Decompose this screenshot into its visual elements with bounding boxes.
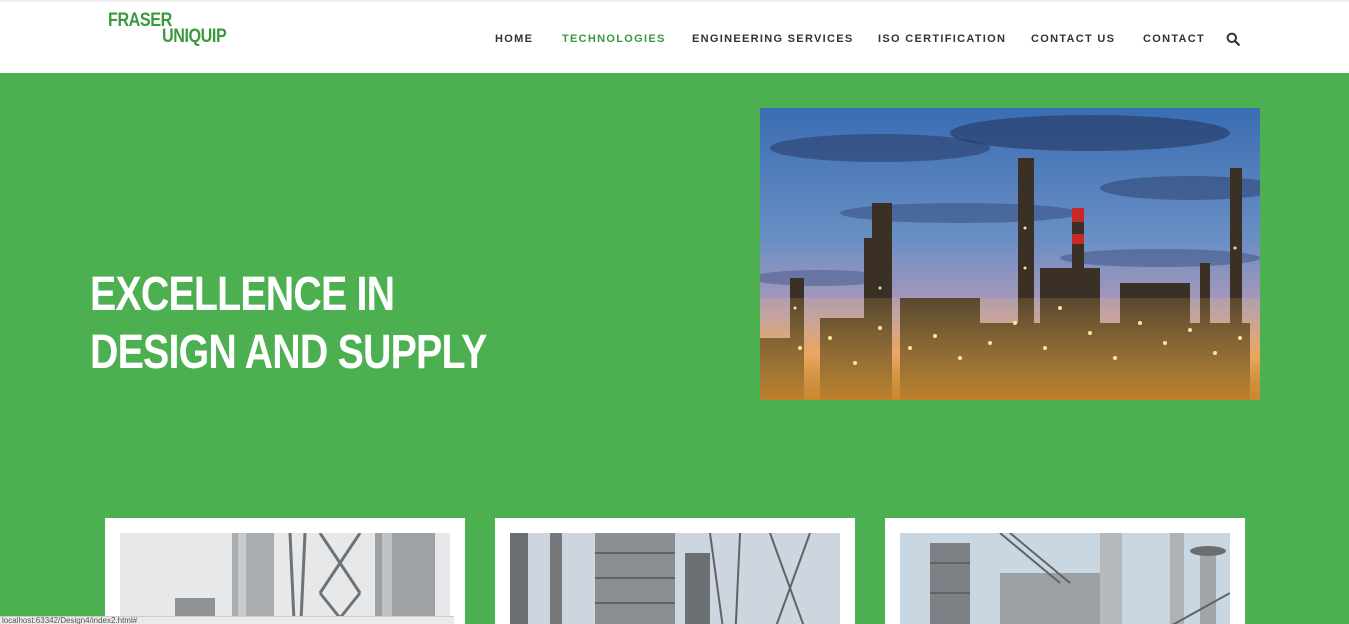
card-2[interactable] xyxy=(495,518,855,624)
card-2-image xyxy=(510,533,840,624)
nav-home[interactable]: HOME xyxy=(495,33,533,45)
hero-refinery-image xyxy=(760,108,1260,400)
nav-engineering-services[interactable]: ENGINEERING SERVICES xyxy=(692,33,854,45)
card-1-image xyxy=(120,533,450,624)
search-icon[interactable] xyxy=(1226,32,1240,46)
hero-title-line-1: EXCELLENCE IN xyxy=(90,268,395,321)
site-header: FRASER UNIQUIP HOME TECHNOLOGIES ENGINEE… xyxy=(0,0,1349,73)
nav-contact[interactable]: CONTACT xyxy=(1143,33,1205,45)
card-3-image xyxy=(900,533,1230,624)
nav-contact-us[interactable]: CONTACT US xyxy=(1031,33,1115,45)
logo[interactable]: FRASER UNIQUIP xyxy=(108,10,238,54)
main-nav: HOME TECHNOLOGIES ENGINEERING SERVICES I… xyxy=(0,33,1349,47)
card-1[interactable] xyxy=(105,518,465,624)
nav-iso-certification[interactable]: ISO CERTIFICATION xyxy=(878,33,1006,45)
card-3[interactable] xyxy=(885,518,1245,624)
hero-title: EXCELLENCE IN DESIGN AND SUPPLY xyxy=(90,266,487,382)
browser-status-bar: localhost:63342/Design4/index2.html# xyxy=(0,616,454,624)
nav-technologies[interactable]: TECHNOLOGIES xyxy=(562,33,666,45)
hero-title-line-2: DESIGN AND SUPPLY xyxy=(90,326,487,379)
